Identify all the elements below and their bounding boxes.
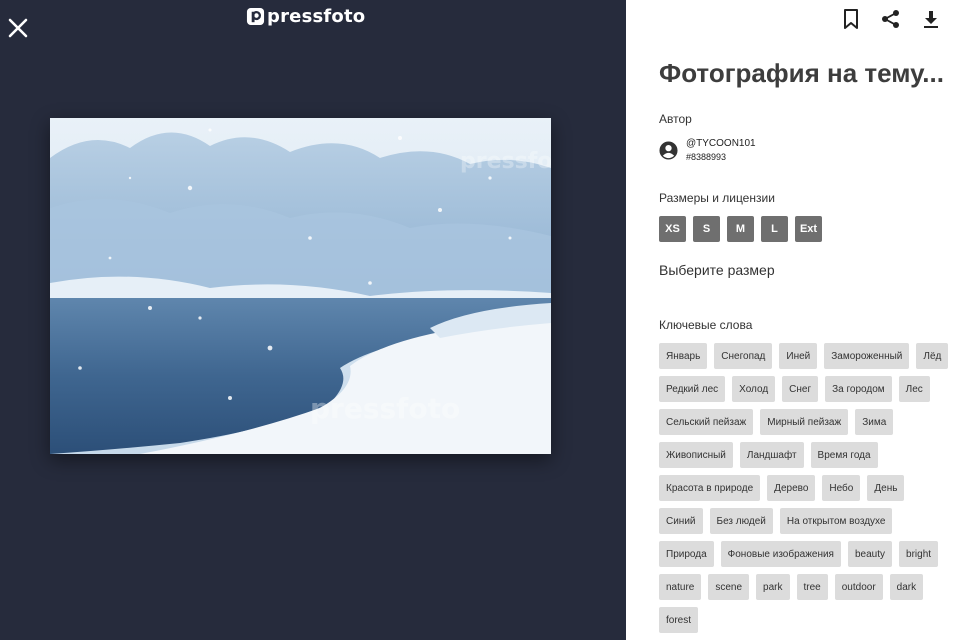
keyword-tag[interactable]: Сельский пейзаж xyxy=(659,409,754,435)
keyword-tag[interactable]: На открытом воздухе xyxy=(779,508,893,534)
keyword-tag[interactable]: Красота в природе xyxy=(659,475,761,501)
keyword-tag[interactable]: Лес xyxy=(898,376,930,402)
author-id: #8388993 xyxy=(686,152,727,162)
download-button[interactable] xyxy=(920,8,942,30)
photo-details-panel: Фотография на тему... Автор @TYCOON101 #… xyxy=(626,0,960,640)
keyword-tag[interactable]: dark xyxy=(889,574,924,600)
keywords-label: Ключевые слова xyxy=(659,318,753,332)
keyword-tag[interactable]: Мирный пейзаж xyxy=(760,409,849,435)
account-circle-icon xyxy=(659,140,678,160)
keyword-tag[interactable]: forest xyxy=(659,607,699,633)
download-icon xyxy=(924,11,938,28)
size-xs-button[interactable]: XS xyxy=(659,216,686,242)
keyword-tag[interactable]: Дерево xyxy=(767,475,816,501)
keyword-tag[interactable]: bright xyxy=(899,541,939,567)
keyword-tag[interactable]: outdoor xyxy=(834,574,883,600)
keyword-tag[interactable]: Фоновые изображения xyxy=(720,541,841,567)
keyword-tag[interactable]: Снегопад xyxy=(714,343,773,369)
main-photo[interactable]: pressfoto pressfoto xyxy=(50,118,551,454)
keyword-tag[interactable]: Январь xyxy=(659,343,708,369)
keyword-tag[interactable]: За городом xyxy=(825,376,892,402)
site-logo[interactable]: pressfoto xyxy=(246,5,366,27)
keyword-tag[interactable]: tree xyxy=(796,574,828,600)
winter-river-photo: pressfoto pressfoto xyxy=(50,118,551,454)
logo-text: pressfoto xyxy=(267,5,366,27)
keyword-tag[interactable]: Лёд xyxy=(916,343,949,369)
bookmark-icon xyxy=(844,9,858,29)
keyword-tag[interactable]: Ландшафт xyxy=(739,442,804,468)
sizes-label: Размеры и лицензии xyxy=(659,191,775,205)
choose-size-heading: Выберите размер xyxy=(659,262,775,278)
keyword-tag[interactable]: Снег xyxy=(782,376,819,402)
keyword-tag[interactable]: Время года xyxy=(810,442,878,468)
keyword-tag[interactable]: Живописный xyxy=(659,442,733,468)
size-s-button[interactable]: S xyxy=(693,216,720,242)
keyword-tag[interactable]: День xyxy=(867,475,905,501)
size-l-button[interactable]: L xyxy=(761,216,788,242)
author-info[interactable]: @TYCOON101 #8388993 xyxy=(659,138,756,162)
author-name[interactable]: @TYCOON101 xyxy=(686,138,756,149)
photo-toolbar xyxy=(840,8,942,30)
size-ext-button[interactable]: Ext xyxy=(795,216,822,242)
keyword-tag[interactable]: Зима xyxy=(855,409,894,435)
share-icon xyxy=(882,10,899,28)
keyword-tag[interactable]: Редкий лес xyxy=(659,376,726,402)
photo-watermark-top: pressfoto xyxy=(460,149,551,174)
keyword-tag[interactable]: beauty xyxy=(847,541,893,567)
photo-title: Фотография на тему... xyxy=(659,58,944,88)
photo-watermark: pressfoto xyxy=(310,392,460,425)
keyword-tag[interactable]: Холод xyxy=(732,376,776,402)
close-button[interactable] xyxy=(6,16,30,40)
bookmark-button[interactable] xyxy=(840,8,862,30)
keyword-tag[interactable]: Без людей xyxy=(709,508,773,534)
keyword-tag[interactable]: Замороженный xyxy=(824,343,910,369)
keyword-tag[interactable]: scene xyxy=(708,574,750,600)
keyword-tag[interactable]: Синий xyxy=(659,508,703,534)
keyword-tag[interactable]: Небо xyxy=(822,475,861,501)
pressfoto-logo-icon xyxy=(246,7,265,25)
keyword-tag[interactable]: Иней xyxy=(779,343,818,369)
photo-viewer: pressfoto pressfoto pressfo xyxy=(0,0,626,640)
share-button[interactable] xyxy=(880,8,902,30)
size-m-button[interactable]: M xyxy=(727,216,754,242)
close-icon xyxy=(8,18,28,38)
author-label: Автор xyxy=(659,112,692,126)
keyword-tag[interactable]: Природа xyxy=(659,541,714,567)
size-options: XS S M L Ext xyxy=(659,216,822,242)
keyword-tag[interactable]: park xyxy=(756,574,790,600)
keyword-tags: Январь Снегопад Иней Замороженный Лёд Редкий … xyxy=(659,343,949,633)
keyword-tag[interactable]: nature xyxy=(659,574,702,600)
